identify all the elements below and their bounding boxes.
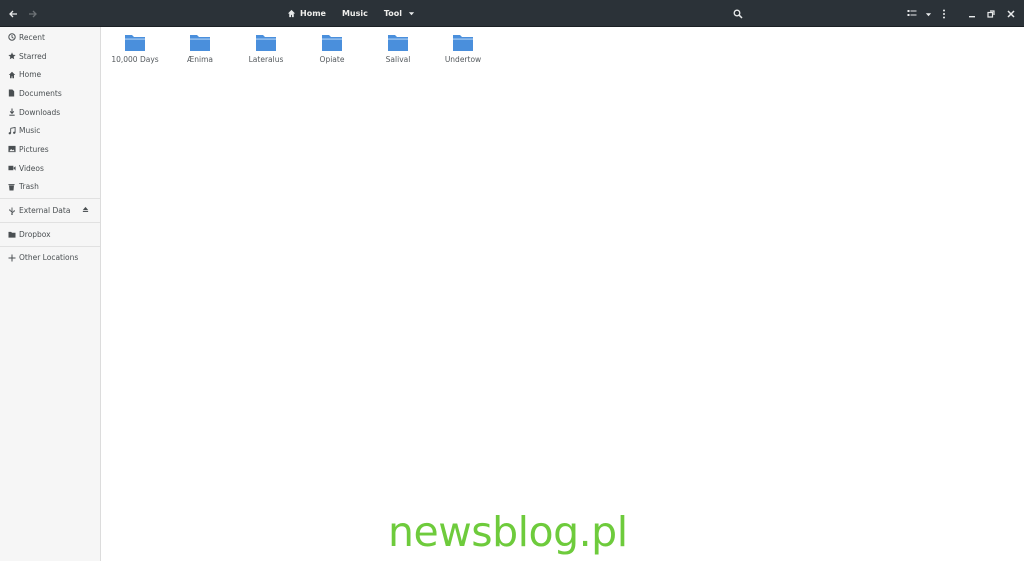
back-button[interactable]: [3, 4, 23, 24]
download-icon: [7, 108, 16, 117]
close-button[interactable]: [1001, 4, 1021, 24]
folder-icon: [388, 35, 408, 51]
view-toggle-button[interactable]: [903, 4, 921, 24]
folder-item[interactable]: Salival: [368, 33, 428, 65]
folder-label: Opiate: [319, 55, 345, 64]
folder-item[interactable]: 10,000 Days: [105, 33, 165, 65]
folder-icon: [190, 35, 210, 51]
sidebar-item-label: Documents: [19, 88, 62, 98]
maximize-button[interactable]: [981, 4, 1001, 24]
restore-icon: [987, 10, 995, 18]
path-bar: Home Music Tool: [279, 0, 423, 27]
view-options-button[interactable]: [920, 4, 936, 24]
sidebar-item-music[interactable]: Music: [0, 121, 100, 140]
sidebar-item-recent[interactable]: Recent: [0, 28, 100, 47]
arrow-right-icon: [29, 10, 37, 18]
path-crumb-label: Music: [341, 9, 368, 18]
sidebar-item-label: Pictures: [19, 144, 49, 154]
forward-button[interactable]: [23, 4, 43, 24]
sidebar-item-label: Other Locations: [19, 253, 79, 263]
sidebar-item-label: Recent: [19, 32, 45, 42]
sidebar-separator: [0, 221, 100, 223]
home-icon: [287, 9, 296, 18]
folder-icon: [125, 35, 145, 51]
path-crumb-tool[interactable]: Tool: [376, 0, 423, 27]
chevron-down-icon: [925, 12, 931, 16]
sidebar-item-label: Trash: [19, 182, 39, 192]
sidebar-item-label: Home: [19, 70, 42, 80]
picture-icon: [7, 145, 16, 154]
close-icon: [1007, 10, 1015, 18]
sidebar-item-other-locations[interactable]: Other Locations: [0, 249, 100, 268]
usb-icon: [7, 206, 16, 215]
folder-label: Undertow: [444, 55, 482, 64]
folder-item[interactable]: Lateralus: [236, 33, 296, 65]
sidebar-item-downloads[interactable]: Downloads: [0, 103, 100, 122]
home-icon: [7, 70, 16, 79]
folder-icon: [322, 35, 342, 51]
minimize-button[interactable]: [962, 4, 982, 24]
path-crumb-home[interactable]: Home: [279, 0, 334, 27]
search-icon: [733, 9, 743, 19]
sidebar-item-trash[interactable]: Trash: [0, 178, 100, 197]
document-icon: [7, 89, 16, 98]
sidebar-item-label: External Data: [19, 206, 71, 216]
sidebar-item-label: Dropbox: [19, 229, 51, 239]
sidebar: Recent Starred Home Documents Downloads …: [0, 27, 101, 561]
file-view[interactable]: 10,000 Days Ænima Lateralus Opiate Saliv…: [101, 27, 1024, 561]
music-note-icon: [7, 126, 16, 135]
folder-icon: [7, 230, 16, 239]
watermark: newsblog.pl: [388, 508, 628, 556]
sidebar-separator: [0, 245, 100, 247]
main-menu-button[interactable]: [936, 4, 952, 24]
sidebar-item-label: Starred: [19, 51, 47, 61]
folder-item[interactable]: Undertow: [433, 33, 493, 65]
star-icon: [7, 52, 16, 61]
folder-label: Lateralus: [248, 55, 284, 64]
plus-icon: [7, 253, 16, 262]
sidebar-separator: [0, 198, 100, 200]
list-view-icon: [907, 10, 917, 16]
sidebar-item-videos[interactable]: Videos: [0, 159, 100, 178]
header-bar: Home Music Tool: [0, 0, 1024, 27]
search-button[interactable]: [728, 4, 748, 24]
video-icon: [7, 164, 16, 173]
sidebar-item-label: Downloads: [19, 107, 61, 117]
folder-icon: [256, 35, 276, 51]
path-crumb-label: Home: [300, 9, 326, 18]
path-crumb-label: Tool: [383, 9, 402, 18]
trash-icon: [7, 182, 16, 191]
sidebar-item-documents[interactable]: Documents: [0, 84, 100, 103]
vertical-ellipsis-icon: [943, 9, 945, 19]
sidebar-item-starred[interactable]: Starred: [0, 47, 100, 66]
sidebar-item-label: Videos: [19, 163, 44, 173]
sidebar-item-external-data[interactable]: External Data: [0, 201, 100, 220]
folder-label: Salival: [385, 55, 411, 64]
sidebar-item-pictures[interactable]: Pictures: [0, 140, 100, 159]
sidebar-item-home[interactable]: Home: [0, 65, 100, 84]
folder-item[interactable]: Ænima: [170, 33, 230, 65]
folder-label: Ænima: [186, 55, 214, 64]
path-crumb-music[interactable]: Music: [334, 0, 376, 27]
sidebar-item-dropbox[interactable]: Dropbox: [0, 225, 100, 244]
arrow-left-icon: [9, 10, 17, 18]
sidebar-item-label: Music: [19, 126, 41, 136]
chevron-down-icon: [408, 12, 415, 16]
clock-icon: [7, 33, 16, 42]
folder-icon: [453, 35, 473, 51]
folder-label: 10,000 Days: [111, 55, 159, 64]
eject-icon[interactable]: [82, 206, 89, 215]
minimize-icon: [969, 16, 975, 18]
folder-item[interactable]: Opiate: [302, 33, 362, 65]
